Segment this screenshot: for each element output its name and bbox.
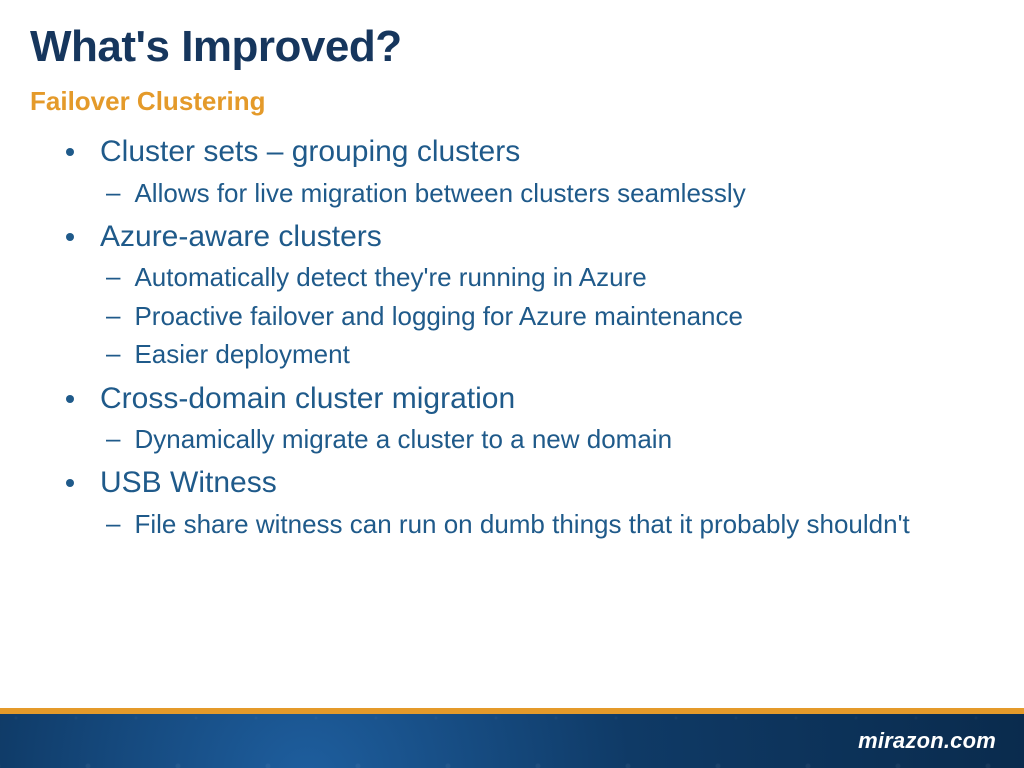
bullet-text: USB Witness <box>100 463 277 504</box>
footer: mirazon.com <box>0 708 1024 768</box>
sub-item: –Proactive failover and logging for Azur… <box>106 298 984 334</box>
slide: What's Improved? Failover Clustering Clu… <box>0 0 1024 768</box>
sub-list: –Dynamically migrate a cluster to a new … <box>106 421 984 457</box>
sub-item: –Allows for live migration between clust… <box>106 175 984 211</box>
bullet-icon <box>66 479 74 487</box>
bullet-text: Cross-domain cluster migration <box>100 379 515 420</box>
sub-list: –Automatically detect they're running in… <box>106 259 984 372</box>
slide-subtitle: Failover Clustering <box>30 86 266 117</box>
brand-text: mirazon.com <box>858 728 996 754</box>
sub-list: –Allows for live migration between clust… <box>106 175 984 211</box>
dash-icon: – <box>106 336 120 371</box>
sub-item: –Easier deployment <box>106 336 984 372</box>
bullet-text: Cluster sets – grouping clusters <box>100 132 520 173</box>
dash-icon: – <box>106 421 120 456</box>
sub-item: –File share witness can run on dumb thin… <box>106 506 984 542</box>
slide-title: What's Improved? <box>30 22 402 72</box>
list-item: Azure-aware clusters –Automatically dete… <box>60 217 984 373</box>
slide-content: Cluster sets – grouping clusters –Allows… <box>60 132 984 548</box>
sub-item: –Dynamically migrate a cluster to a new … <box>106 421 984 457</box>
bullet-list: Cluster sets – grouping clusters –Allows… <box>60 132 984 542</box>
bullet-icon <box>66 148 74 156</box>
list-item: Cross-domain cluster migration –Dynamica… <box>60 379 984 458</box>
list-item: USB Witness –File share witness can run … <box>60 463 984 542</box>
dash-icon: – <box>106 506 120 541</box>
dash-icon: – <box>106 259 120 294</box>
sub-item: –Automatically detect they're running in… <box>106 259 984 295</box>
list-item: Cluster sets – grouping clusters –Allows… <box>60 132 984 211</box>
dash-icon: – <box>106 175 120 210</box>
bullet-icon <box>66 395 74 403</box>
bullet-text: Azure-aware clusters <box>100 217 382 258</box>
sub-list: –File share witness can run on dumb thin… <box>106 506 984 542</box>
dash-icon: – <box>106 298 120 333</box>
bullet-icon <box>66 233 74 241</box>
